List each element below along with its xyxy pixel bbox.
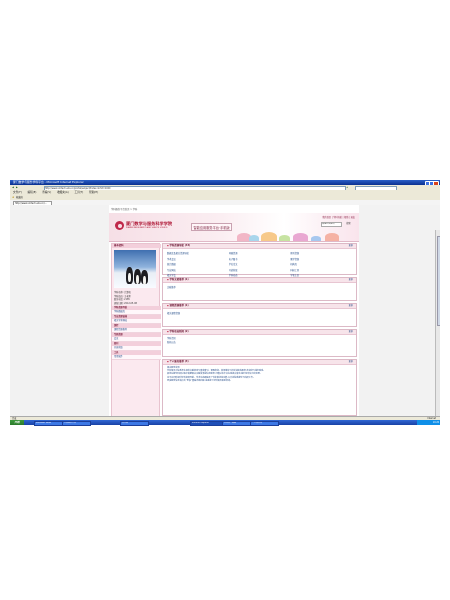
panel-header: 学科文献推荐 (1) 更多 (163, 278, 356, 284)
service-paragraph: 更多服务信息请点击“更多”查看详细内容,或直接与学科馆员联系咨询。 (167, 379, 233, 382)
taskbar-button[interactable]: 学科服务平台 (62, 420, 91, 427)
nav-item[interactable]: 会议 (112, 337, 161, 342)
menu-favorites[interactable]: 收藏夹(A) (57, 191, 69, 194)
site-search-input[interactable]: 请输入关键词 (320, 222, 342, 227)
panel-title: 学科动态新闻 (2) (167, 330, 189, 335)
menu-tools[interactable]: 工具(T) (74, 191, 83, 194)
resource-link[interactable]: 期刊资源 (290, 251, 352, 255)
decorative-circles (237, 232, 347, 241)
course-link[interactable]: 相关课程资源 (167, 311, 180, 315)
taskbar-button[interactable]: 个人知识库 (250, 420, 279, 427)
panel-title: 学科文献推荐 (1) (167, 278, 189, 283)
panel-news: 学科动态新闻 (2) 更多 学科资讯 新闻公告 (162, 329, 357, 357)
literature-link[interactable]: 文献推荐 (167, 285, 176, 289)
page-viewport: 学科服务平台首页 > 学科 厦门数学与服务科学学院 XIAMEN MATHEMA… (10, 205, 440, 416)
main-column: 学科资源导航 (33) 更多 数据库及相关资源导航 网络资源 期刊资源 学术会议… (162, 243, 357, 416)
taskbar: 开始 Microsoft Word 学科服务平台 文件夹 Internet Ex… (10, 420, 440, 427)
back-icon[interactable]: ◀ (12, 186, 14, 189)
panel-header: 学科资源导航 (33) 更多 (163, 244, 356, 250)
taskbar-button[interactable]: Microsoft Word (34, 420, 63, 427)
breadcrumb: 学科服务平台首页 > 学科 (111, 208, 138, 211)
menu-file[interactable]: 文件(F) (13, 191, 22, 194)
more-link[interactable]: 更多 (349, 330, 353, 334)
go-icon[interactable]: ➔ (346, 186, 348, 189)
sidebar-header: 基本资料 (112, 244, 161, 248)
resource-link[interactable]: 学术会议 (167, 257, 229, 261)
taskbar-button-active[interactable]: Internet Explorer (190, 420, 223, 427)
panel-literature: 学科文献推荐 (1) 更多 文献推荐 (162, 277, 357, 301)
more-link[interactable]: 更多 (349, 278, 353, 282)
menu-view[interactable]: 查看(V) (42, 191, 51, 194)
scrollbar-thumb[interactable] (436, 236, 440, 326)
menu-edit[interactable]: 编辑(E) (28, 191, 37, 194)
panel-course: 课程资源推荐 (1) 更多 相关课程资源 (162, 303, 357, 327)
librarian-photo (114, 250, 156, 288)
panel-title: 学科资源导航 (33) (167, 244, 191, 249)
school-name-english: XIAMEN MATHEMATICS AND SERVICE SCIENCE (126, 226, 168, 229)
info-updated: 更新日期: 2012-05-08 (114, 301, 137, 305)
resource-link[interactable]: 学位论文 (229, 262, 291, 266)
panel-header: 个人服务推荐 (3) 更多 (163, 360, 356, 366)
system-tray-clock[interactable]: 10:26 (417, 420, 440, 425)
nav-item[interactable]: 课程资源推荐 (112, 328, 161, 333)
web-page: 学科服务平台首页 > 学科 厦门数学与服务科学学院 XIAMEN MATHEMA… (109, 205, 359, 416)
service-text: 相关服务说明 学科馆员为院系师生提供文献检索与查收查引、课题咨询、资源推荐与培训… (167, 367, 351, 383)
news-list: 学科资讯 新闻公告 (167, 337, 176, 345)
resource-link[interactable]: 电子图书 (229, 257, 291, 261)
resource-link[interactable]: 专业网站 (167, 268, 229, 272)
panel-title: 课程资源推荐 (1) (167, 304, 189, 309)
nav-item[interactable]: 相关学术网站 (112, 319, 161, 324)
resource-link[interactable]: 统计数据 (167, 262, 229, 266)
penguin-image (134, 269, 141, 284)
menu-help[interactable]: 帮助(H) (89, 191, 98, 194)
panel-header: 课程资源推荐 (1) 更多 (163, 304, 356, 310)
resource-link[interactable]: 教学资源 (290, 257, 352, 261)
panel-resource-nav: 学科资源导航 (33) 更多 数据库及相关资源导航 网络资源 期刊资源 学术会议… (162, 243, 357, 277)
panel-personal-service: 个人服务推荐 (3) 更多 相关服务说明 学科馆员为院系师生提供文献检索与查收查… (162, 359, 357, 416)
panel-title: 个人服务推荐 (3) (167, 360, 189, 365)
taskbar-button[interactable]: 未命名 - 画图 (222, 420, 251, 427)
top-links[interactable]: 我的首页 | 学科导航 | 帮助 | 退出 (322, 215, 355, 219)
more-link[interactable]: 更多 (349, 360, 353, 364)
nav-item[interactable]: 常用软件 (112, 355, 161, 360)
more-link[interactable]: 更多 (349, 304, 353, 308)
resource-link-grid: 数据库及相关资源导航 网络资源 期刊资源 学术会议 电子图书 教学资源 统计数据… (167, 251, 352, 277)
resource-link[interactable]: 开放获取 (229, 268, 291, 272)
nav-item[interactable]: 开放获取 (112, 346, 161, 351)
penguin-image (126, 267, 133, 284)
forward-icon[interactable]: ▶ (16, 186, 18, 189)
nav-item[interactable]: 学科数据库 (112, 310, 161, 315)
platform-name: 智能应用服务平台·手机版 (191, 223, 233, 231)
browser-window: 厦门数学与服务学科平台 - Microsoft Internet Explore… (10, 180, 440, 427)
resource-link[interactable]: 科研工具 (290, 268, 352, 272)
penguin-image (141, 270, 148, 285)
sidebar: 基本资料 学科名称: 计算机 学科馆员: 王老师 联系电话: 2185 更新日期… (111, 243, 161, 416)
resource-link[interactable]: 机构库 (290, 262, 352, 266)
resource-link[interactable]: 网络资源 (229, 251, 291, 255)
resource-link[interactable]: 数据库及相关资源导航 (167, 251, 229, 255)
school-logo-icon (115, 221, 124, 230)
site-search-button[interactable]: 搜索 (344, 222, 353, 225)
start-button[interactable]: 开始 (10, 420, 24, 425)
news-link[interactable]: 新闻公告 (167, 341, 176, 345)
vertical-scrollbar[interactable] (435, 230, 440, 416)
more-link[interactable]: 更多 (349, 244, 353, 248)
taskbar-button[interactable]: 文件夹 (120, 420, 149, 427)
site-banner: 厦门数学与服务科学学院 XIAMEN MATHEMATICS AND SERVI… (109, 213, 359, 242)
panel-header: 学科动态新闻 (2) 更多 (163, 330, 356, 336)
